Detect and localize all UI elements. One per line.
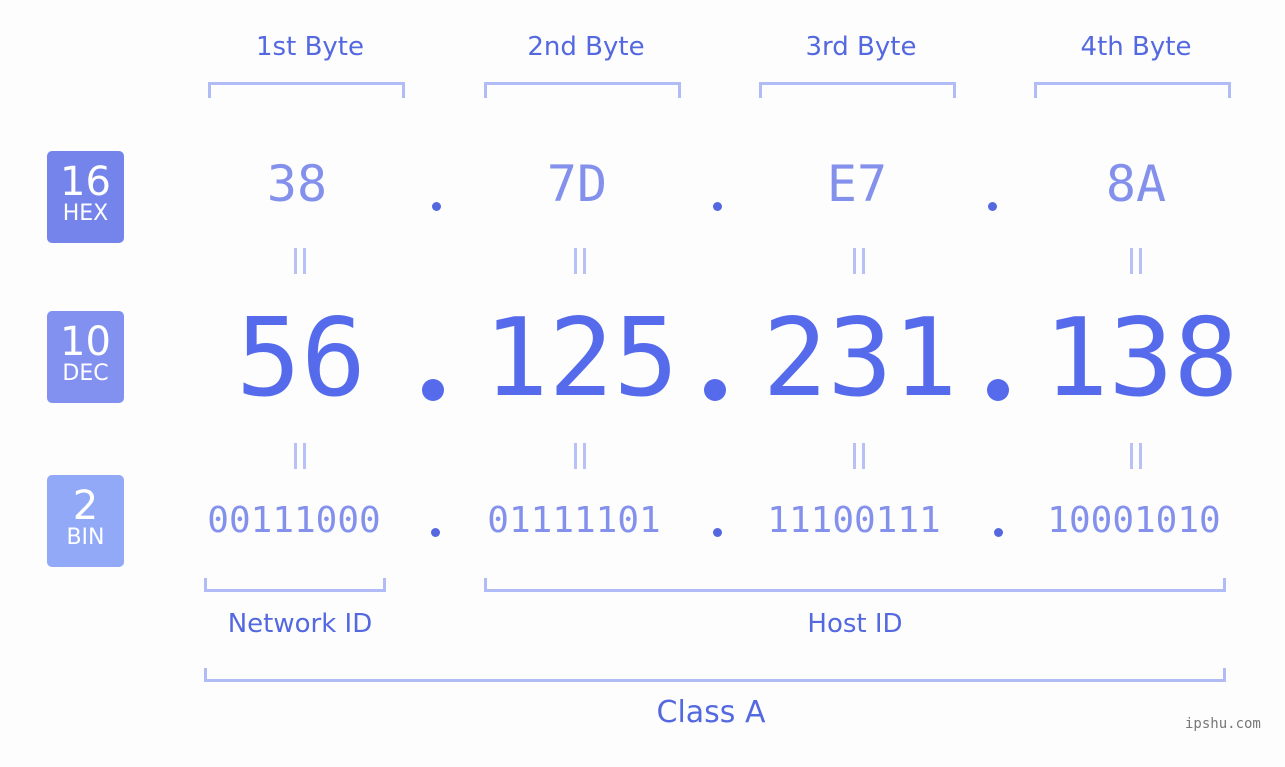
hex-separator-2 (713, 202, 722, 211)
class-bracket (204, 668, 1226, 682)
bin-separator-1 (431, 528, 440, 537)
bin-value-3: 11100111 (767, 500, 941, 541)
dec-value-1: 56 (235, 296, 367, 421)
hex-base-label: HEX (62, 201, 109, 226)
bin-base-label: BIN (66, 525, 105, 550)
equals-icon (1126, 248, 1146, 274)
host-id-bracket (484, 578, 1226, 592)
bin-separator-2 (713, 528, 722, 537)
network-id-label: Network ID (227, 609, 373, 639)
equals-icon (1126, 443, 1146, 469)
equals-icon (570, 248, 590, 274)
hex-value-3: E7 (826, 155, 888, 213)
bin-separator-3 (994, 528, 1003, 537)
equals-icon (849, 248, 869, 274)
dec-base-number: 10 (60, 319, 111, 365)
byte-bracket-4 (1034, 82, 1231, 98)
bin-badge: 2 BIN (47, 475, 124, 567)
hex-base-number: 16 (60, 159, 111, 205)
dec-base-label: DEC (62, 361, 109, 386)
dec-value-2: 125 (483, 296, 679, 421)
dec-value-3: 231 (762, 296, 958, 421)
network-id-bracket (204, 578, 386, 592)
dec-value-4: 138 (1043, 296, 1239, 421)
bin-value-4: 10001010 (1047, 500, 1221, 541)
equals-icon (849, 443, 869, 469)
bin-value-2: 01111101 (487, 500, 661, 541)
hex-value-2: 7D (546, 155, 608, 213)
byte-header-1: 1st Byte (256, 32, 364, 62)
hex-separator-3 (988, 202, 997, 211)
watermark: ipshu.com (1185, 716, 1261, 732)
dec-separator-2 (704, 379, 726, 401)
bin-base-number: 2 (72, 483, 99, 529)
dec-badge: 10 DEC (47, 311, 124, 403)
class-label: Class A (656, 695, 766, 730)
hex-separator-1 (432, 202, 441, 211)
bin-value-1: 00111000 (207, 500, 381, 541)
host-id-label: Host ID (807, 609, 903, 639)
dec-separator-1 (422, 379, 444, 401)
hex-value-1: 38 (266, 155, 328, 213)
hex-badge: 16 HEX (47, 151, 124, 243)
hex-value-4: 8A (1105, 155, 1167, 213)
dec-separator-3 (987, 379, 1009, 401)
equals-icon (290, 443, 310, 469)
byte-bracket-3 (759, 82, 956, 98)
byte-bracket-2 (484, 82, 681, 98)
equals-icon (570, 443, 590, 469)
byte-header-2: 2nd Byte (527, 32, 645, 62)
byte-bracket-1 (208, 82, 405, 98)
byte-header-4: 4th Byte (1080, 32, 1192, 62)
equals-icon (290, 248, 310, 274)
byte-header-3: 3rd Byte (805, 32, 917, 62)
